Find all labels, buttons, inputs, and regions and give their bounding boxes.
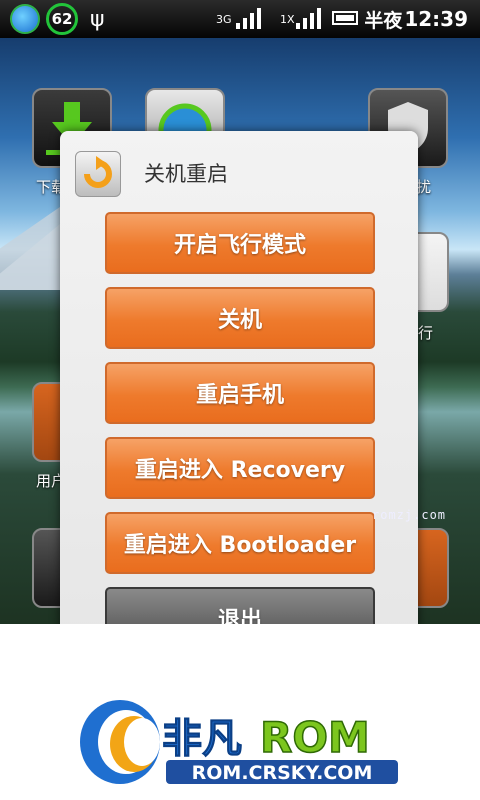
exit-button[interactable]: 退出 [105, 587, 375, 624]
watermark: romzj.com [372, 508, 447, 522]
security-app-label: 扰 [416, 178, 432, 196]
logo-url: ROM.CRSKY.COM [192, 762, 373, 784]
reboot-recovery-button[interactable]: 重启进入 Recovery [105, 437, 375, 499]
signal-icon [236, 0, 268, 38]
reboot-bootloader-button[interactable]: 重启进入 Bootloader [105, 512, 375, 574]
reboot-button[interactable]: 重启手机 [105, 362, 375, 424]
status-bar: 62 ψ 3G 1X 半夜 12:39 [0, 0, 480, 38]
clock-period: 半夜 [364, 9, 403, 32]
battery-level-indicator: 62 [46, 3, 78, 35]
airplane-mode-button[interactable]: 开启飞行模式 [105, 212, 375, 274]
usb-icon: ψ [90, 6, 105, 32]
signal-1x-icon [296, 0, 324, 38]
clock: 半夜 12:39 [364, 0, 468, 38]
calendar-app-label: 行 [418, 324, 434, 342]
network-1x-label: 1X [280, 12, 295, 26]
dialog-title: 关机重启 [144, 162, 228, 186]
phone-screen: 62 ψ 3G 1X 半夜 12:39 下载 扰 行 用户 关机重启 开启飞行模… [0, 0, 480, 624]
clock-time: 12:39 [404, 7, 468, 31]
power-dialog: 关机重启 开启飞行模式 关机 重启手机 重启进入 Recovery 重启进入 B… [60, 131, 418, 624]
network-3g-label: 3G [216, 12, 232, 26]
battery-icon [332, 11, 358, 25]
power-off-button[interactable]: 关机 [105, 287, 375, 349]
logo-name-en: ROM [260, 713, 370, 762]
app-notification-icon[interactable] [10, 4, 40, 34]
crsky-rom-logo: 非凡 ROM ROM.CRSKY.COM [78, 698, 408, 788]
battery-level-text: 62 [51, 10, 73, 28]
logo-name-cn: 非凡 [162, 716, 242, 762]
restart-icon [75, 151, 121, 197]
